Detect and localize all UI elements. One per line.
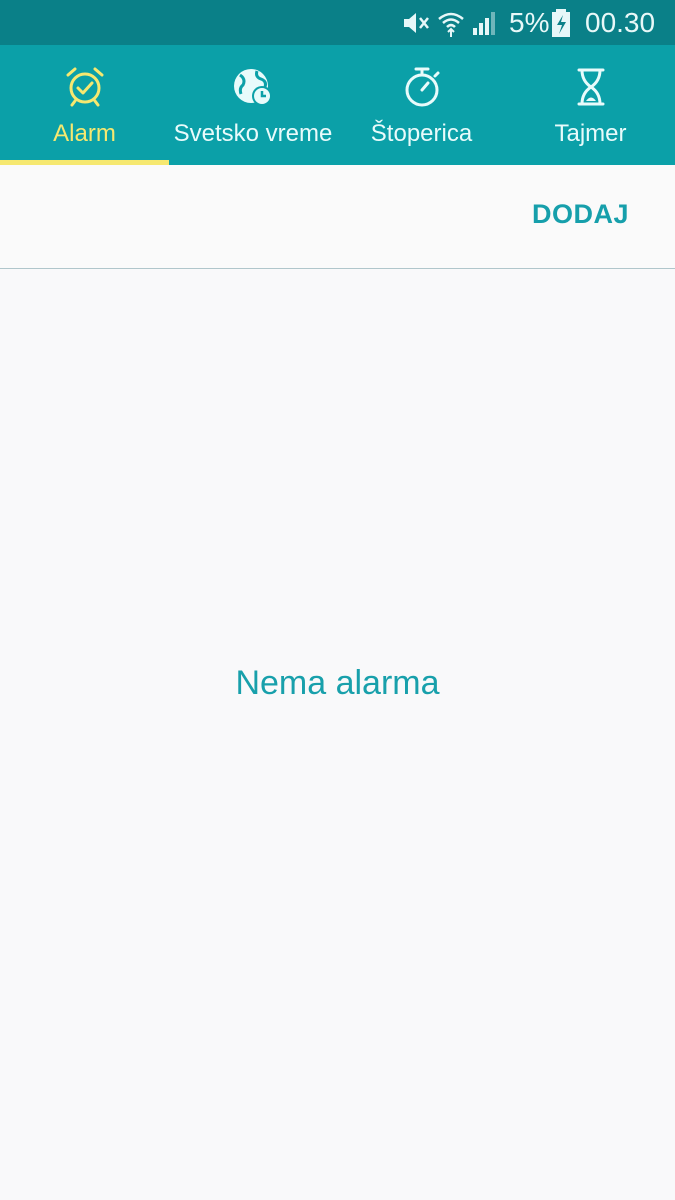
signal-icon [473, 12, 495, 35]
tab-world-clock[interactable]: Svetsko vreme [169, 45, 337, 165]
empty-state-message: Nema alarma [235, 664, 440, 702]
clock-time: 00.30 [585, 7, 656, 38]
status-bar: 5% 00.30 [0, 0, 675, 45]
tab-bar: Alarm Svetsko vreme Štoperica Tajmer [0, 45, 675, 165]
alarm-clock-icon [66, 67, 103, 107]
add-alarm-button[interactable]: DODAJ [532, 199, 629, 230]
wifi-icon [438, 12, 464, 37]
mute-icon [404, 13, 429, 33]
stopwatch-icon [405, 67, 439, 107]
tab-label-stopwatch: Štoperica [370, 120, 473, 147]
tab-label-timer: Tajmer [554, 120, 627, 147]
world-clock-icon [234, 69, 272, 106]
tab-label-alarm: Alarm [53, 120, 116, 147]
battery-percent: 5% [509, 7, 550, 38]
tab-alarm[interactable]: Alarm [0, 45, 169, 165]
hourglass-icon [577, 68, 604, 106]
alarm-list: Nema alarma [0, 269, 675, 1200]
tab-timer[interactable]: Tajmer [506, 45, 675, 165]
action-row: DODAJ [0, 165, 675, 269]
tab-stopwatch[interactable]: Štoperica [337, 45, 506, 165]
battery-charging-icon [552, 9, 570, 37]
tab-label-world-clock: Svetsko vreme [173, 120, 333, 147]
